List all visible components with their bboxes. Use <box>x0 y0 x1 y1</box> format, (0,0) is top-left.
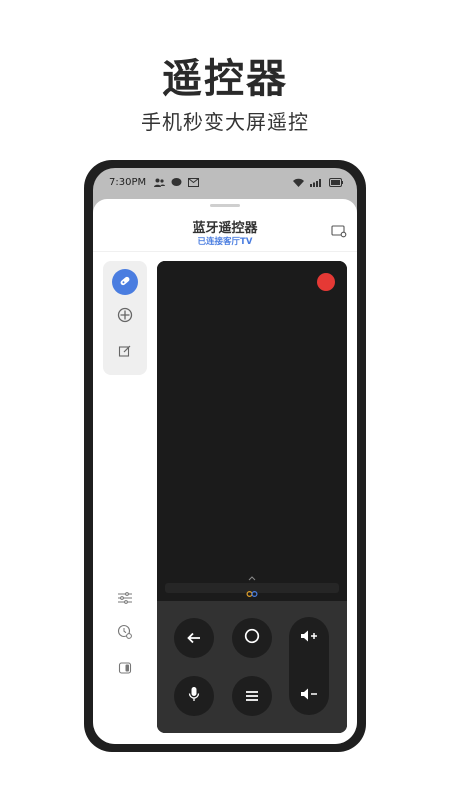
menu-button[interactable] <box>232 676 272 716</box>
settings-sliders-button[interactable] <box>113 587 137 611</box>
volume-up-button[interactable] <box>289 617 329 657</box>
remote-buttons <box>157 601 347 733</box>
phone-frame: 7:30PM 蓝牙遥控器 已连接客厅TV <box>84 160 366 752</box>
volume-down-icon <box>300 686 318 705</box>
page-subtitle: 手机秒变大屏遥控 <box>141 110 309 134</box>
touchpad-icon <box>118 273 132 292</box>
cast-screen-icon[interactable] <box>331 223 347 238</box>
voice-button[interactable] <box>174 676 214 716</box>
signal-icon <box>310 178 323 187</box>
touchpad-mode-button[interactable] <box>112 269 138 295</box>
infinity-logo-icon <box>245 583 259 598</box>
mode-side-panel <box>103 261 147 375</box>
phone-screen: 7:30PM 蓝牙遥控器 已连接客厅TV <box>93 168 357 744</box>
chevron-up-icon[interactable] <box>248 574 256 583</box>
page-title: 遥控器 <box>162 56 288 102</box>
back-button[interactable] <box>174 618 214 658</box>
volume-up-icon <box>300 628 318 647</box>
timer-settings-button[interactable] <box>113 622 137 646</box>
remote-control <box>157 261 347 733</box>
panel-toggle-button[interactable] <box>113 657 137 681</box>
sliders-icon <box>117 590 133 609</box>
status-bar: 7:30PM <box>93 168 357 196</box>
contacts-icon <box>154 178 166 187</box>
clock-settings-icon <box>117 624 133 644</box>
edit-mode-button[interactable] <box>112 339 138 365</box>
chat-bubble-icon <box>171 177 182 187</box>
home-button[interactable] <box>232 618 272 658</box>
home-icon <box>244 628 260 648</box>
status-time: 7:30PM <box>109 176 147 188</box>
mic-icon <box>188 686 200 706</box>
battery-icon <box>329 177 343 187</box>
mail-icon <box>188 177 200 187</box>
edit-icon <box>118 343 132 362</box>
dpad-icon <box>117 307 133 327</box>
toggle-panel-icon <box>118 660 132 679</box>
drag-handle[interactable] <box>210 204 240 207</box>
remote-sheet: 蓝牙遥控器 已连接客厅TV <box>93 199 357 744</box>
touchpad-area[interactable] <box>157 261 347 601</box>
dpad-mode-button[interactable] <box>112 304 138 330</box>
volume-control <box>289 617 329 715</box>
sheet-title: 蓝牙遥控器 <box>192 221 258 236</box>
wifi-icon <box>293 178 304 187</box>
connection-status: 已连接客厅TV <box>197 237 253 247</box>
menu-icon <box>245 687 259 706</box>
back-icon <box>187 629 201 648</box>
record-indicator[interactable] <box>317 273 335 291</box>
volume-down-button[interactable] <box>289 675 329 715</box>
header-divider <box>93 251 357 252</box>
